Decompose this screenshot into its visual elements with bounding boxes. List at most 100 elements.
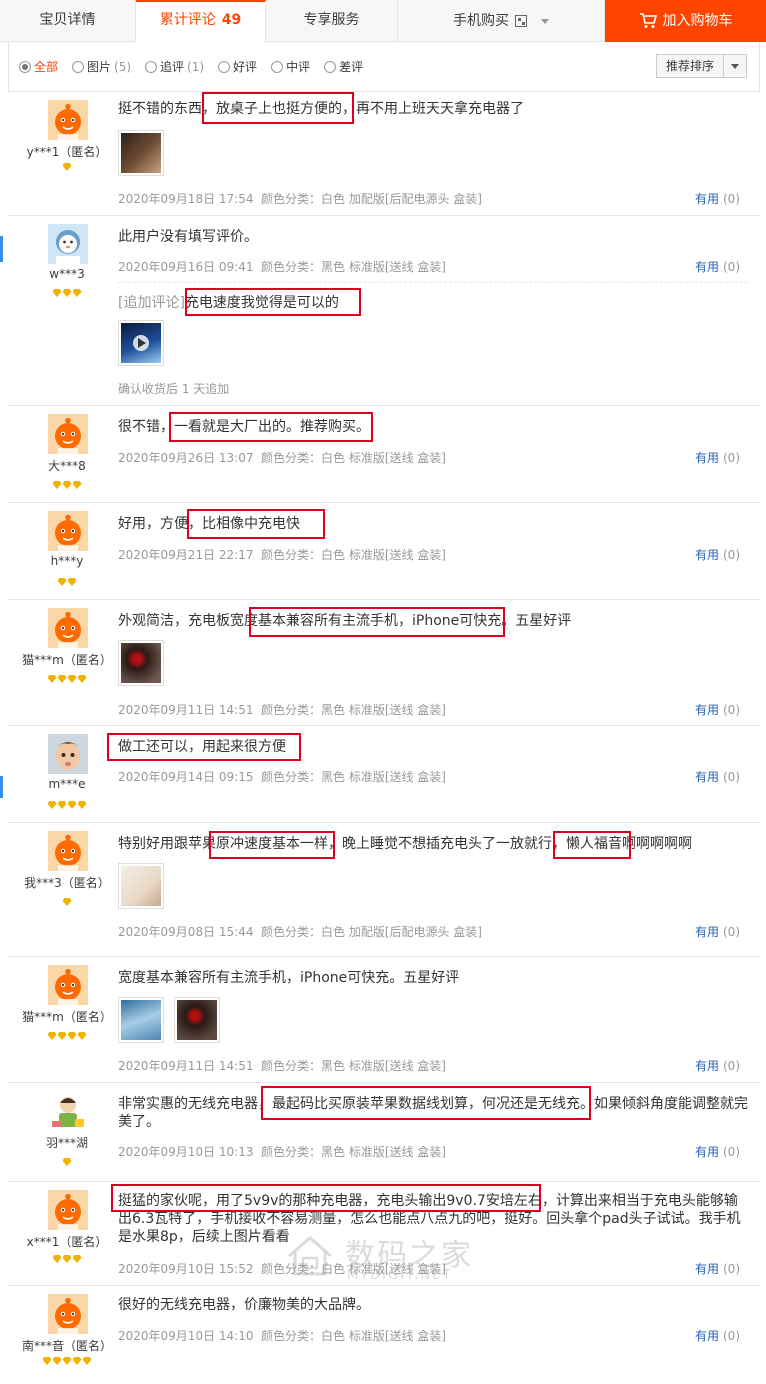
sort-label: 推荐排序: [657, 55, 724, 77]
useful-vote[interactable]: 有用 (0): [695, 449, 740, 466]
play-icon: [133, 335, 149, 351]
review-photo[interactable]: [118, 863, 164, 909]
radio-icon: [218, 60, 231, 73]
useful-label: 有用: [694, 770, 719, 784]
avatar: [48, 414, 88, 454]
chevron-down-icon: [724, 55, 746, 77]
watermark-logo-icon: [288, 1236, 332, 1276]
review-item: 我***3（匿名） 特别好用跟苹果原冲速度基本一样，晚上睡觉不想插充电头了一放就…: [8, 823, 760, 957]
useful-label: 有用: [694, 1329, 719, 1343]
useful-count: (0): [723, 925, 740, 939]
review-sku: 颜色分类：白色 标准版[送线 盒装]: [261, 1329, 446, 1343]
diamond-icon: [52, 1255, 62, 1263]
useful-vote[interactable]: 有用 (0): [695, 1143, 740, 1160]
review-sku: 颜色分类：黑色 标准版[送线 盒装]: [261, 770, 446, 784]
useful-count: (0): [723, 192, 740, 206]
useful-vote[interactable]: 有用 (0): [695, 701, 740, 718]
tab-mobile-buy[interactable]: 手机购买: [398, 0, 605, 42]
useful-label: 有用: [694, 548, 719, 562]
reviewer-name: 南***音（匿名）: [21, 1339, 112, 1353]
avatar: [48, 1294, 88, 1334]
diamond-icon: [72, 1255, 82, 1263]
useful-label: 有用: [694, 1262, 719, 1276]
reviewer-rank: [8, 1158, 126, 1166]
diamond-icon: [67, 675, 77, 683]
review-photo[interactable]: [174, 997, 220, 1043]
avatar: [48, 224, 88, 264]
reviewer-name: 猫***m（匿名）: [22, 1010, 112, 1024]
tab-service[interactable]: 专享服务: [266, 0, 398, 42]
useful-count: (0): [723, 451, 740, 465]
useful-vote[interactable]: 有用 (0): [695, 546, 740, 563]
reviewer-rank: [8, 898, 126, 906]
diamond-icon: [67, 578, 77, 586]
review-item: w***3 此用户没有填写评价。 2020年09月16日 09:41 颜色分类：黑…: [8, 216, 760, 406]
diamond-icon: [57, 1032, 67, 1040]
tab-reviews[interactable]: 累计评论 49: [136, 0, 266, 42]
filter-good[interactable]: 好评: [218, 58, 257, 75]
reviewer-name: 我***3（匿名）: [24, 876, 110, 890]
review-date: 2020年09月08日 15:44: [118, 925, 254, 939]
reviewer-rank: [8, 1357, 126, 1365]
review-text: 非常实惠的无线充电器，最起码比买原装苹果数据线划算，何况还是无线充。如果倾斜角度…: [118, 1096, 748, 1130]
diamond-icon: [62, 1158, 72, 1166]
diamond-icon: [62, 898, 72, 906]
useful-count: (0): [723, 260, 740, 274]
diamond-icon: [57, 801, 67, 809]
review-photo[interactable]: [118, 997, 164, 1043]
review-date: 2020年09月10日 14:10: [118, 1329, 254, 1343]
reviewer-rank: [8, 578, 126, 586]
diamond-icon: [82, 1357, 92, 1365]
useful-vote[interactable]: 有用 (0): [695, 190, 740, 207]
review-item: m***e 做工还可以，用起来很方便 2020年09月14日 09:15 颜色分类…: [8, 726, 760, 823]
review-video-thumb[interactable]: [118, 320, 164, 366]
filter-all[interactable]: 全部: [19, 58, 58, 75]
filter-medium[interactable]: 中评: [271, 58, 310, 75]
diamond-icon: [77, 675, 87, 683]
filter-follow-up-label: 追评: [160, 60, 185, 74]
radio-icon: [145, 60, 158, 73]
filter-pictures[interactable]: 图片 (5): [72, 58, 131, 75]
diamond-icon: [77, 801, 87, 809]
useful-vote[interactable]: 有用 (0): [695, 1057, 740, 1074]
filter-pictures-label: 图片: [87, 60, 112, 74]
diamond-icon: [62, 163, 72, 171]
tab-details[interactable]: 宝贝详情: [0, 0, 136, 42]
review-item: 猫***m（匿名） 外观简洁，充电板宽度基本兼容所有主流手机，iPhone可快充…: [8, 600, 760, 726]
useful-vote[interactable]: 有用 (0): [695, 923, 740, 940]
diamond-icon: [57, 578, 67, 586]
review-sku: 颜色分类：黑色 标准版[送线 盒装]: [261, 260, 446, 274]
cart-icon: [639, 13, 657, 28]
filter-pictures-count: (5): [114, 59, 132, 74]
useful-vote[interactable]: 有用 (0): [695, 258, 740, 275]
review-photo[interactable]: [118, 640, 164, 686]
review-photo[interactable]: [118, 130, 164, 176]
review-text: 好用，方便，比相像中充电快: [118, 516, 300, 532]
filter-follow-up-count: (1): [187, 59, 205, 74]
diamond-icon: [77, 1032, 87, 1040]
useful-count: (0): [723, 1329, 740, 1343]
avatar: [48, 831, 88, 871]
useful-vote[interactable]: 有用 (0): [695, 768, 740, 785]
tab-reviews-count: 49: [221, 12, 242, 28]
useful-vote[interactable]: 有用 (0): [695, 1327, 740, 1344]
sort-dropdown[interactable]: 推荐排序: [656, 54, 747, 78]
diamond-icon: [47, 675, 57, 683]
review-date: 2020年09月10日 10:13: [118, 1145, 254, 1159]
useful-count: (0): [723, 1145, 740, 1159]
diamond-icon: [62, 1357, 72, 1365]
reviewer-name: h***y: [50, 554, 84, 568]
review-text: 很好的无线充电器，价廉物美的大品牌。: [118, 1297, 370, 1313]
useful-vote[interactable]: 有用 (0): [695, 1260, 740, 1277]
filter-follow-up[interactable]: 追评 (1): [145, 58, 204, 75]
add-to-cart-button[interactable]: 加入购物车: [605, 0, 766, 42]
avatar: [48, 1091, 88, 1131]
review-text: 此用户没有填写评价。: [118, 229, 258, 245]
avatar: [48, 965, 88, 1005]
useful-count: (0): [723, 1059, 740, 1073]
review-item: y***1（匿名） 挺不错的东西，放桌子上也挺方便的，再不用上班天天拿充电器了 …: [8, 92, 760, 216]
add-to-cart-label: 加入购物车: [662, 13, 733, 29]
filter-bad[interactable]: 差评: [324, 58, 363, 75]
review-sku: 颜色分类：黑色 标准版[送线 盒装]: [261, 1059, 446, 1073]
appended-review: [追加评论]充电速度我觉得是可以的: [118, 292, 339, 312]
